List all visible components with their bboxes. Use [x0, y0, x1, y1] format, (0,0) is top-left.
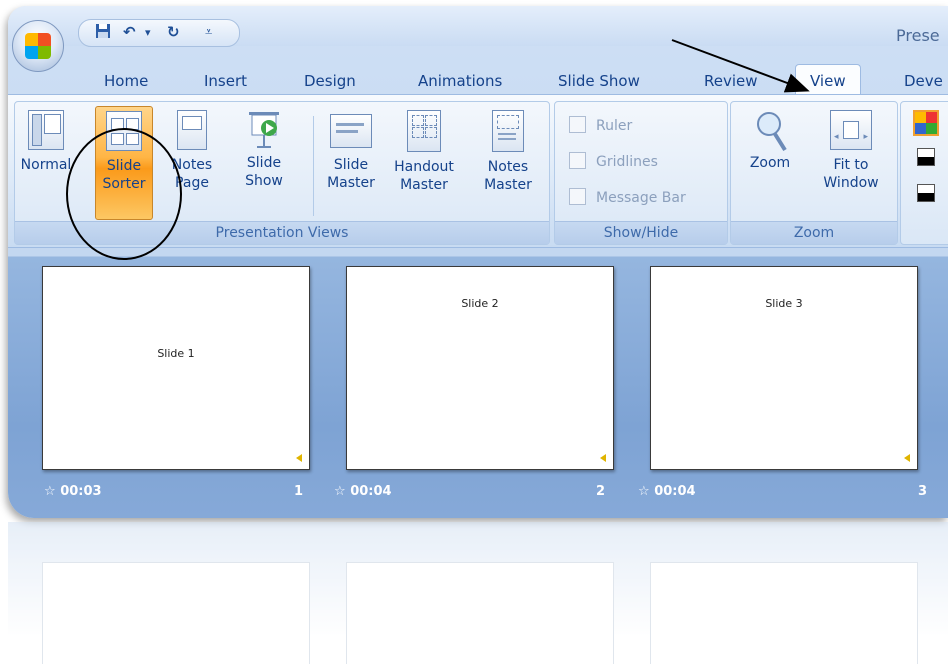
office-logo-icon: [25, 33, 51, 59]
office-button[interactable]: [12, 20, 64, 72]
annotation-arrow: [671, 39, 810, 93]
